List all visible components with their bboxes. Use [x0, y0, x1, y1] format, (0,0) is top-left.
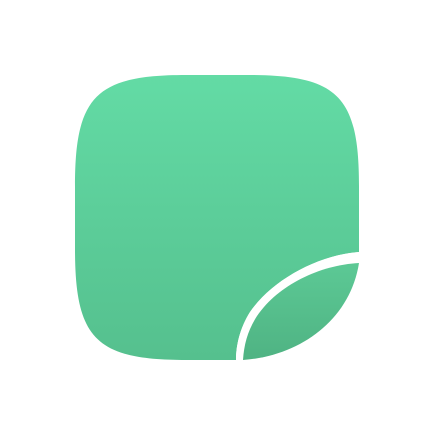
- canvas: [0, 0, 434, 434]
- sticker-icon[interactable]: [0, 0, 434, 434]
